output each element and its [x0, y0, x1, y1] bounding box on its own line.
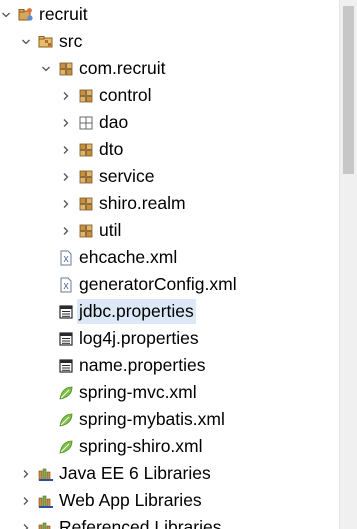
tree-item-label: shiro.realm [99, 193, 186, 213]
package-icon [78, 169, 94, 185]
package-icon [78, 142, 94, 158]
expand-arrow-right-icon[interactable] [60, 137, 72, 162]
tree-item-label: dto [99, 139, 124, 159]
package-icon [78, 196, 94, 212]
tree-item-label: jdbc.properties [77, 299, 196, 324]
properties-file-icon [58, 304, 74, 320]
tree-item-label: dao [99, 112, 129, 132]
source-folder-icon [38, 34, 54, 50]
tree-item-label: control [99, 85, 152, 105]
spring-config-icon [58, 439, 74, 455]
tree-item-generatorconfig-xml[interactable]: XgeneratorConfig.xml [40, 272, 239, 297]
tree-item-label: spring-mybatis.xml [79, 409, 225, 429]
tree-item-label: service [99, 166, 155, 186]
expand-arrow-right-icon[interactable] [60, 110, 72, 135]
tree-item-label: spring-mvc.xml [79, 382, 197, 402]
tree-item-dto[interactable]: dto [60, 137, 125, 162]
tree-item-shiro-realm[interactable]: shiro.realm [60, 191, 188, 216]
library-icon [38, 520, 54, 529]
expand-arrow-right-icon[interactable] [60, 218, 72, 243]
tree-item-util[interactable]: util [60, 218, 123, 243]
properties-file-icon [58, 358, 74, 374]
tree-item-label: com.recruit [79, 58, 166, 78]
spring-config-icon [58, 385, 74, 401]
tree-item-jdbc-properties[interactable]: jdbc.properties [40, 299, 196, 324]
tree-item-dao[interactable]: dao [60, 110, 130, 135]
tree-item-spring-shiro-xml[interactable]: spring-shiro.xml [40, 434, 205, 459]
package-explorer-tree: recruit src com.recruit control dao dto servic… [0, 0, 339, 529]
project-icon [18, 7, 34, 23]
package-icon [58, 61, 74, 77]
package-icon [78, 88, 94, 104]
tree-item-label: spring-shiro.xml [79, 436, 203, 456]
expand-arrow-right-icon[interactable] [20, 515, 32, 529]
tree-item-label: generatorConfig.xml [79, 274, 237, 294]
tree-item-label: Java EE 6 Libraries [59, 463, 211, 483]
expand-arrow-down-icon[interactable] [40, 56, 52, 81]
tree-item-src[interactable]: src [20, 29, 84, 54]
tree-item-label: Web App Libraries [59, 490, 202, 510]
empty-package-icon [78, 115, 94, 131]
tree-item-ehcache-xml[interactable]: Xehcache.xml [40, 245, 179, 270]
tree-item-service[interactable]: service [60, 164, 156, 189]
tree-item-spring-mybatis-xml[interactable]: spring-mybatis.xml [40, 407, 227, 432]
tree-item-name-properties[interactable]: name.properties [40, 353, 207, 378]
expand-arrow-right-icon[interactable] [60, 83, 72, 108]
vertical-scrollbar[interactable] [339, 0, 357, 529]
xml-file-icon: X [58, 277, 74, 293]
expand-arrow-right-icon[interactable] [20, 461, 32, 486]
tree-item-control[interactable]: control [60, 83, 154, 108]
tree-item-label: util [99, 220, 122, 240]
svg-text:X: X [63, 282, 69, 291]
library-icon [38, 493, 54, 509]
scrollbar-thumb[interactable] [343, 6, 354, 174]
tree-item-label: ehcache.xml [79, 247, 178, 267]
expand-arrow-right-icon[interactable] [20, 488, 32, 513]
tree-item-label: log4j.properties [79, 328, 199, 348]
spring-config-icon [58, 412, 74, 428]
tree-item-label: recruit [39, 4, 88, 24]
tree-item-com-recruit[interactable]: com.recruit [40, 56, 168, 81]
expand-arrow-down-icon[interactable] [20, 29, 32, 54]
expand-arrow-right-icon[interactable] [60, 164, 72, 189]
library-icon [38, 466, 54, 482]
tree-item-spring-mvc-xml[interactable]: spring-mvc.xml [40, 380, 199, 405]
expand-arrow-right-icon[interactable] [60, 191, 72, 216]
tree-item-label: Referenced Libraries [59, 517, 222, 529]
tree-item-web-app-libraries[interactable]: Web App Libraries [20, 488, 204, 513]
tree-item-recruit[interactable]: recruit [0, 2, 90, 27]
svg-text:X: X [63, 255, 69, 264]
expand-arrow-down-icon[interactable] [0, 2, 12, 27]
tree-item-log4j-properties[interactable]: log4j.properties [40, 326, 201, 351]
tree-item-java-ee-6-libraries[interactable]: Java EE 6 Libraries [20, 461, 213, 486]
tree-item-label: name.properties [79, 355, 206, 375]
tree-item-referenced-libraries[interactable]: Referenced Libraries [20, 515, 223, 529]
xml-file-icon: X [58, 250, 74, 266]
properties-file-icon [58, 331, 74, 347]
package-icon [78, 223, 94, 239]
tree-item-label: src [59, 31, 83, 51]
